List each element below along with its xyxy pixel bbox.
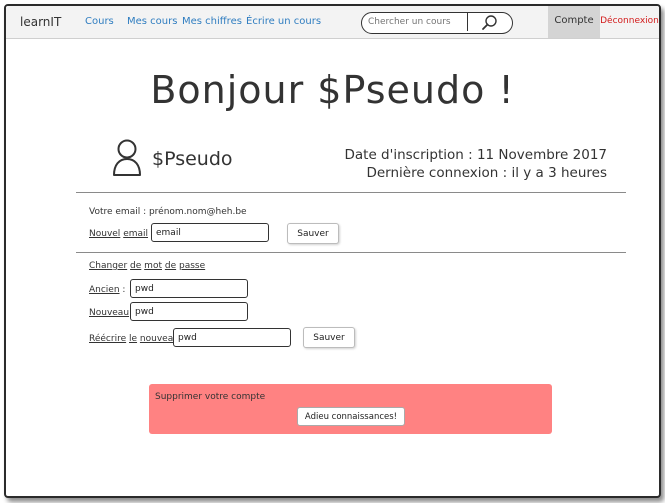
brand-logo[interactable]: learnIT [20, 15, 61, 29]
account-tab[interactable]: Compte [548, 6, 600, 38]
search-button[interactable] [471, 14, 509, 31]
repeat-password-field[interactable] [173, 328, 291, 347]
change-password-heading: Changer de mot de passe [89, 261, 206, 271]
search-input[interactable] [364, 14, 472, 30]
save-password-button[interactable]: Sauver [303, 327, 355, 348]
magnifier-icon [482, 15, 497, 30]
new-password-field[interactable] [130, 302, 248, 321]
old-password-field[interactable] [130, 279, 248, 298]
current-email: Votre email : prénom.nom@heh.be [89, 207, 247, 217]
search-box [361, 12, 513, 34]
new-password-label: Nouveau : [89, 308, 135, 318]
divider [76, 192, 626, 193]
last-login: Dernière connexion : il y a 3 heures [366, 165, 607, 181]
delete-account-panel: Supprimer votre compte Adieu connaissanc… [149, 384, 552, 434]
username-label: $Pseudo [152, 148, 233, 170]
account-info: Date d'inscription : 11 Novembre 2017 De… [344, 146, 607, 182]
logout-button[interactable]: Déconnexion [600, 6, 659, 38]
search-divider [467, 13, 468, 31]
nav-link-mes-cours[interactable]: Mes cours [127, 16, 177, 27]
nav-link-ecrire-cours[interactable]: Écrire un cours [246, 16, 321, 27]
repeat-password-label: Réécrire le nouveau : [89, 334, 185, 344]
new-email-label: Nouvel email : [89, 229, 154, 239]
delete-account-title: Supprimer votre compte [155, 392, 266, 402]
save-email-button[interactable]: Sauver [287, 223, 339, 244]
nav-link-mes-chiffres[interactable]: Mes chiffres [182, 16, 242, 27]
page-title: Bonjour $Pseudo ! [150, 68, 515, 112]
new-email-field[interactable] [151, 223, 269, 242]
signup-date: Date d'inscription : 11 Novembre 2017 [344, 147, 607, 163]
nav-link-cours[interactable]: Cours [85, 16, 114, 27]
top-navbar: learnIT Cours Mes cours Mes chiffres Écr… [6, 6, 659, 39]
app-window: learnIT Cours Mes cours Mes chiffres Écr… [4, 4, 661, 498]
user-outline-icon [113, 139, 141, 176]
divider [76, 252, 626, 253]
delete-account-button[interactable]: Adieu connaissances! [297, 407, 405, 426]
old-password-label: Ancien : [89, 285, 126, 295]
